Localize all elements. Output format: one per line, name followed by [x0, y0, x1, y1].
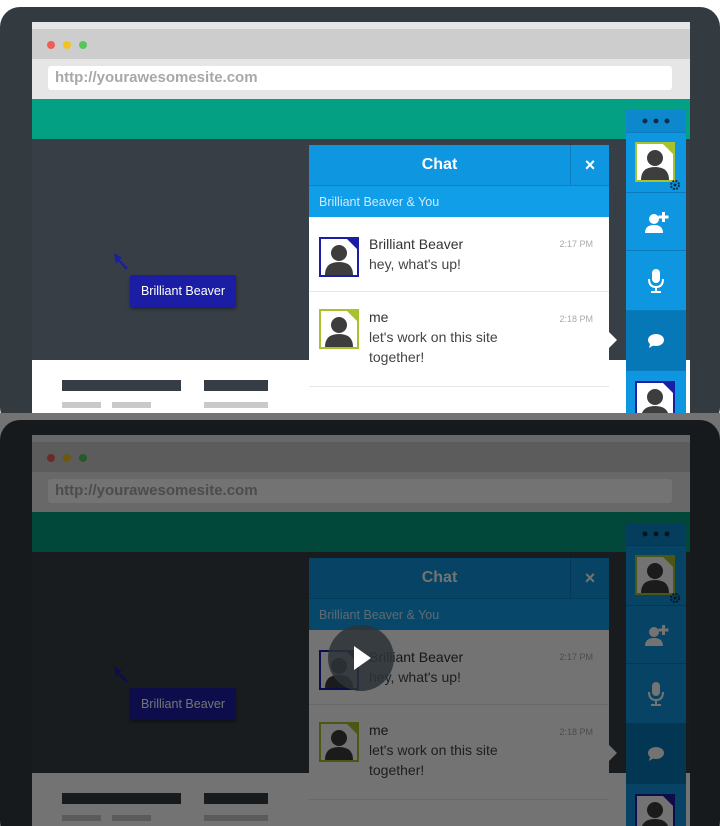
content-heading-bar: [204, 380, 268, 391]
message-sender: Brilliant Beaver: [369, 236, 464, 252]
microphone-icon: [648, 269, 664, 293]
message-sender: me: [369, 309, 389, 325]
play-icon: [354, 646, 371, 670]
chat-bubble-icon: [648, 334, 664, 348]
pointer-cursor-icon: [114, 253, 128, 270]
video-thumbnail-panel[interactable]: http://yourawesomesite.com Brilliant Bea…: [0, 413, 720, 826]
chat-title: Chat: [421, 156, 458, 173]
chat-pointer-arrow: [609, 332, 617, 348]
user-silhouette-icon: [325, 239, 357, 275]
sidebar-item-my-avatar[interactable]: [626, 132, 686, 192]
user-silhouette-icon: [641, 144, 673, 180]
play-button[interactable]: [328, 625, 394, 691]
add-user-icon: [645, 212, 669, 233]
screenshot-panel-top: http://yourawesomesite.com Brilliant Bea…: [0, 0, 720, 413]
content-text-bar: [112, 402, 151, 408]
collaborator-cursor-tag: Brilliant Beaver: [130, 275, 236, 307]
video-dim-overlay: [0, 413, 720, 826]
chat-header: Chat ×: [309, 145, 609, 185]
message-text: hey, what's up!: [369, 256, 461, 272]
content-heading-bar: [62, 380, 181, 391]
chat-window: Chat × Brilliant Beaver & You Brilliant …: [309, 145, 609, 413]
more-dots-icon[interactable]: [626, 110, 686, 132]
message-text: let's work on this site together!: [369, 329, 498, 365]
message-time: 2:18 PM: [559, 314, 593, 324]
gear-icon[interactable]: [669, 179, 681, 191]
chat-participants: Brilliant Beaver & You: [309, 185, 609, 217]
avatar: [319, 237, 359, 277]
close-icon[interactable]: ×: [570, 145, 609, 185]
minimize-window-dot[interactable]: [63, 41, 71, 49]
close-window-dot[interactable]: [47, 41, 55, 49]
chat-message: Brilliant Beaver hey, what's up! 2:17 PM: [309, 217, 609, 292]
sidebar-item-microphone[interactable]: [626, 250, 686, 310]
content-text-bar: [204, 402, 268, 408]
sidebar-menu[interactable]: [626, 110, 686, 132]
maximize-window-dot[interactable]: [79, 41, 87, 49]
message-time: 2:17 PM: [559, 239, 593, 249]
content-text-bar: [62, 402, 101, 408]
user-silhouette-icon: [325, 311, 357, 347]
url-bar[interactable]: http://yourawesomesite.com: [48, 66, 672, 90]
user-silhouette-icon: [642, 383, 673, 413]
browser-titlebar: [32, 29, 690, 59]
site-header-bar: [32, 99, 690, 139]
collab-sidebar: [626, 110, 686, 413]
avatar: [635, 381, 675, 413]
sidebar-item-chat[interactable]: [626, 310, 686, 370]
sidebar-item-add-user[interactable]: [626, 192, 686, 250]
avatar: [319, 309, 359, 349]
avatar: [635, 142, 675, 182]
sidebar-item-collaborator[interactable]: [626, 370, 686, 413]
chat-message: me let's work on this site together! 2:1…: [309, 292, 609, 387]
